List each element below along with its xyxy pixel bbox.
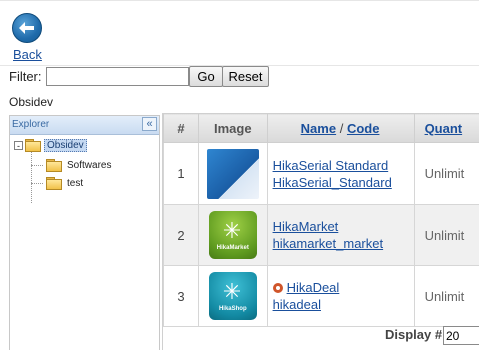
row-quantity: Unlimit xyxy=(413,142,479,205)
tree-node-label[interactable]: test xyxy=(65,178,85,189)
header-name-code: Name / Code xyxy=(266,113,415,143)
folder-icon xyxy=(46,177,62,190)
explorer-header: Explorer « xyxy=(10,116,159,135)
folder-icon xyxy=(46,159,62,172)
hikaserial-box-image[interactable] xyxy=(206,148,259,199)
filter-input[interactable] xyxy=(46,67,189,86)
row-name-cell: HikaSerial Standard HikaSerial_Standard xyxy=(266,142,415,205)
table-header-row: # Image Name / Code Quant xyxy=(163,113,479,143)
table-row[interactable]: 2 ✳ HikaMarket HikaMarket hikamarket_mar… xyxy=(163,204,479,266)
hika-logo-icon: ✳ xyxy=(222,219,242,244)
tree-connector xyxy=(31,183,43,184)
table-row[interactable]: 3 ✳ HikaShop HikaDeal hikadeal Unlimit xyxy=(163,265,479,327)
row-number: 2 xyxy=(163,204,200,266)
header-image: Image xyxy=(198,113,268,143)
product-name-link[interactable]: HikaMarket xyxy=(273,218,413,235)
hika-logo-icon: ✳ xyxy=(222,280,242,305)
hikashop-logo-image[interactable]: ✳ HikaShop xyxy=(208,272,257,320)
row-image-cell: ✳ HikaMarket xyxy=(198,204,268,266)
filter-label: Filter: xyxy=(9,69,42,84)
tree-connector xyxy=(31,149,32,203)
row-name-cell: HikaMarket hikamarket_market xyxy=(266,204,415,266)
row-number: 1 xyxy=(163,142,200,205)
display-count-label: Display # xyxy=(385,327,443,342)
row-name-cell: HikaDeal hikadeal xyxy=(266,265,415,327)
status-dot-icon xyxy=(272,283,283,293)
explorer-title: Explorer xyxy=(12,119,50,130)
row-image-cell: ✳ HikaShop xyxy=(198,265,268,327)
explorer-panel: Explorer « - Obsidev Softwares test xyxy=(9,115,160,350)
row-image-cell xyxy=(198,142,268,205)
product-name-link[interactable]: HikaDeal xyxy=(287,280,340,295)
sort-quantity-link[interactable]: Quant xyxy=(425,121,463,136)
toolbar: Back xyxy=(0,0,479,66)
go-button[interactable]: Go xyxy=(189,66,223,87)
tree-node-obsidev[interactable]: - Obsidev xyxy=(14,137,87,153)
table-row[interactable]: 1 HikaSerial Standard HikaSerial_Standar… xyxy=(163,142,479,205)
tree-node-label[interactable]: Softwares xyxy=(65,160,113,171)
display-count-input[interactable] xyxy=(443,326,479,345)
tree-node-label[interactable]: Obsidev xyxy=(44,138,87,152)
collapse-icon[interactable]: « xyxy=(142,117,157,131)
folder-open-icon xyxy=(25,139,41,152)
product-name-link[interactable]: HikaSerial Standard xyxy=(273,157,413,174)
product-code-link[interactable]: HikaSerial_Standard xyxy=(273,174,413,191)
header-quantity: Quant xyxy=(413,113,479,143)
row-quantity: Unlimit xyxy=(413,204,479,266)
collapse-toggle-icon[interactable]: - xyxy=(14,140,23,150)
tree-node-test[interactable]: test xyxy=(46,175,85,191)
sort-code-link[interactable]: Code xyxy=(347,121,380,136)
category-title: Obsidev xyxy=(9,95,54,109)
pagination-footer: Display # xyxy=(162,322,479,350)
row-number: 3 xyxy=(163,265,200,327)
header-num: # xyxy=(163,113,200,143)
logo-text: HikaMarket xyxy=(216,245,249,251)
reset-button[interactable]: Reset xyxy=(222,66,269,87)
product-table: # Image Name / Code Quant 1 HikaSerial S… xyxy=(163,113,479,327)
logo-text: HikaShop xyxy=(218,306,247,312)
row-quantity: Unlimit xyxy=(413,265,479,327)
tree-node-softwares[interactable]: Softwares xyxy=(46,157,113,173)
back-arrow-icon[interactable] xyxy=(12,13,42,43)
product-table-container: # Image Name / Code Quant 1 HikaSerial S… xyxy=(162,113,479,350)
sort-name-link[interactable]: Name xyxy=(301,121,336,136)
hikamarket-logo-image[interactable]: ✳ HikaMarket xyxy=(208,211,257,259)
product-code-link[interactable]: hikadeal xyxy=(273,296,413,313)
tree-connector xyxy=(31,165,43,166)
back-link[interactable]: Back xyxy=(13,47,42,62)
header-separator: / xyxy=(336,120,347,136)
product-code-link[interactable]: hikamarket_market xyxy=(273,235,413,252)
